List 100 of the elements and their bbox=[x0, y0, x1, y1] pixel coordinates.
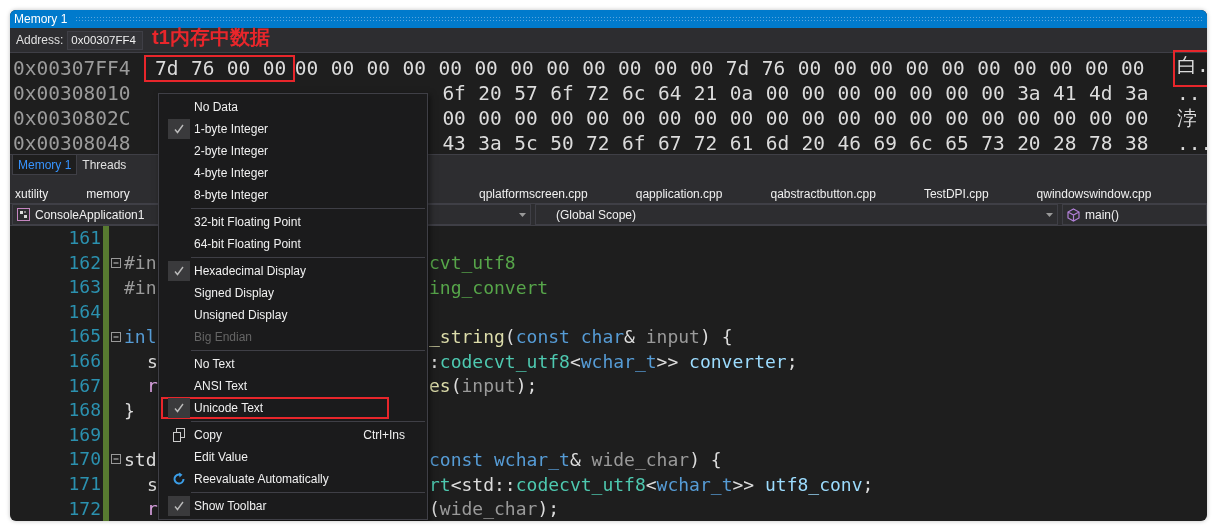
code-token: & bbox=[569, 449, 582, 470]
hex-byte: 3a bbox=[1017, 82, 1042, 105]
line-number: 165 bbox=[68, 324, 101, 349]
code-token: input bbox=[461, 375, 516, 397]
hex-byte: 67 bbox=[657, 132, 683, 155]
code-token: : bbox=[429, 350, 440, 372]
hex-byte: 00 bbox=[801, 107, 827, 130]
code-token: >> bbox=[732, 473, 756, 495]
hex-byte: 00 bbox=[438, 57, 463, 80]
hex-byte: 00 bbox=[873, 107, 898, 130]
code-token: const bbox=[429, 449, 484, 470]
memory-address: 0x00308048 bbox=[12, 132, 132, 155]
hex-byte: 20 bbox=[1017, 132, 1042, 155]
hex-byte: 00 bbox=[1017, 107, 1042, 130]
code-token: ); bbox=[515, 375, 538, 397]
code-token: wchar_t bbox=[493, 449, 570, 470]
hex-byte: 5c bbox=[514, 132, 539, 155]
code-token: >> bbox=[656, 350, 680, 372]
code-token: wide_char bbox=[439, 498, 538, 520]
hex-byte: 00 bbox=[514, 107, 539, 130]
annotation-label: t1内存中数据 bbox=[152, 25, 270, 50]
line-number: 169 bbox=[68, 422, 101, 447]
hex-byte: 00 bbox=[869, 57, 894, 80]
code-token: input bbox=[645, 326, 700, 348]
member-name: main() bbox=[1085, 207, 1119, 222]
hex-byte: 00 bbox=[909, 82, 934, 105]
hex-byte: 00 bbox=[582, 57, 607, 80]
memory-address: 0x0030802C bbox=[12, 107, 132, 130]
line-number: 163 bbox=[68, 275, 101, 300]
hex-byte: 6f bbox=[622, 132, 647, 155]
hex-byte: 00 bbox=[657, 107, 683, 130]
hex-byte: 6d bbox=[765, 132, 791, 155]
hex-byte: 65 bbox=[945, 132, 970, 155]
code-token: converter bbox=[689, 350, 787, 372]
hex-byte: 00 bbox=[1120, 57, 1146, 80]
line-number: 170 bbox=[68, 447, 101, 472]
code-token: ; bbox=[862, 473, 874, 495]
window-title: Memory 1 bbox=[14, 12, 68, 26]
code-token: codecvt_utf8 bbox=[439, 350, 570, 372]
hex-byte: 00 bbox=[945, 82, 970, 105]
hex-byte: 78 bbox=[1088, 132, 1114, 155]
hex-byte: 64 bbox=[657, 82, 683, 105]
hex-byte: 00 bbox=[226, 57, 252, 80]
memory-text: 浡 bbox=[1176, 106, 1198, 132]
line-number: 164 bbox=[68, 299, 101, 324]
hex-byte: 00 bbox=[837, 82, 862, 105]
hex-byte: 00 bbox=[1049, 57, 1074, 80]
line-number: 171 bbox=[68, 471, 101, 496]
shortcut-text: Ctrl+Ins bbox=[363, 428, 405, 442]
hex-byte: 6f bbox=[442, 82, 467, 105]
hex-byte: 00 bbox=[729, 107, 755, 130]
hex-byte: 00 bbox=[402, 57, 427, 80]
hex-byte: 6c bbox=[622, 82, 647, 105]
hex-byte: 50 bbox=[550, 132, 575, 155]
hex-byte: 00 bbox=[1085, 57, 1110, 80]
project-name: ConsoleApplication1 bbox=[35, 207, 145, 222]
hex-byte: 00 bbox=[833, 57, 859, 80]
code-token: char bbox=[579, 326, 625, 348]
code-token: <std:: bbox=[450, 473, 516, 495]
hex-byte: 4d bbox=[1088, 82, 1114, 105]
hex-byte: 7d bbox=[155, 57, 180, 80]
hex-byte: 00 bbox=[366, 57, 392, 80]
hex-byte: 00 bbox=[478, 107, 503, 130]
code-token: r bbox=[147, 375, 158, 397]
code-token: ( bbox=[429, 498, 440, 520]
hex-byte: 00 bbox=[1053, 107, 1078, 130]
code-token: #in bbox=[124, 276, 157, 298]
hex-byte: 00 bbox=[442, 107, 467, 130]
line-number: 166 bbox=[68, 348, 101, 373]
hex-byte: 00 bbox=[981, 107, 1006, 130]
code-token: ); bbox=[537, 498, 560, 520]
memory-address: 0x00307FF4 bbox=[12, 57, 132, 80]
hex-byte: 00 bbox=[941, 57, 966, 80]
hex-byte: 76 bbox=[761, 57, 787, 80]
code-token: utf8_conv bbox=[765, 473, 863, 495]
hex-byte: 00 bbox=[765, 107, 791, 130]
code-token: inl bbox=[124, 326, 157, 348]
code-token: #in bbox=[124, 252, 157, 274]
hex-byte: 00 bbox=[510, 57, 535, 80]
hex-byte: 6c bbox=[909, 132, 934, 155]
code-token: } bbox=[124, 399, 135, 421]
line-number: 162 bbox=[68, 250, 101, 275]
code-token: ) { bbox=[699, 326, 733, 348]
code-token: es bbox=[429, 375, 451, 397]
hex-byte: 00 bbox=[654, 57, 679, 80]
line-number: 161 bbox=[68, 226, 101, 250]
hex-byte: 72 bbox=[693, 132, 719, 155]
hex-byte: 00 bbox=[294, 57, 320, 80]
hex-byte: 61 bbox=[729, 132, 755, 155]
hex-byte: 76 bbox=[190, 57, 216, 80]
hex-byte: 00 bbox=[977, 57, 1002, 80]
hex-byte: 00 bbox=[618, 57, 643, 80]
hex-byte: 00 bbox=[474, 57, 499, 80]
hex-byte: 72 bbox=[586, 132, 611, 155]
hex-byte: 00 bbox=[689, 57, 715, 80]
code-token: codecvt_utf8 bbox=[515, 473, 646, 495]
code-token: wchar_t bbox=[580, 350, 657, 372]
hex-byte: 00 bbox=[586, 107, 611, 130]
line-number: 167 bbox=[68, 373, 101, 398]
hex-byte: 00 bbox=[801, 82, 827, 105]
